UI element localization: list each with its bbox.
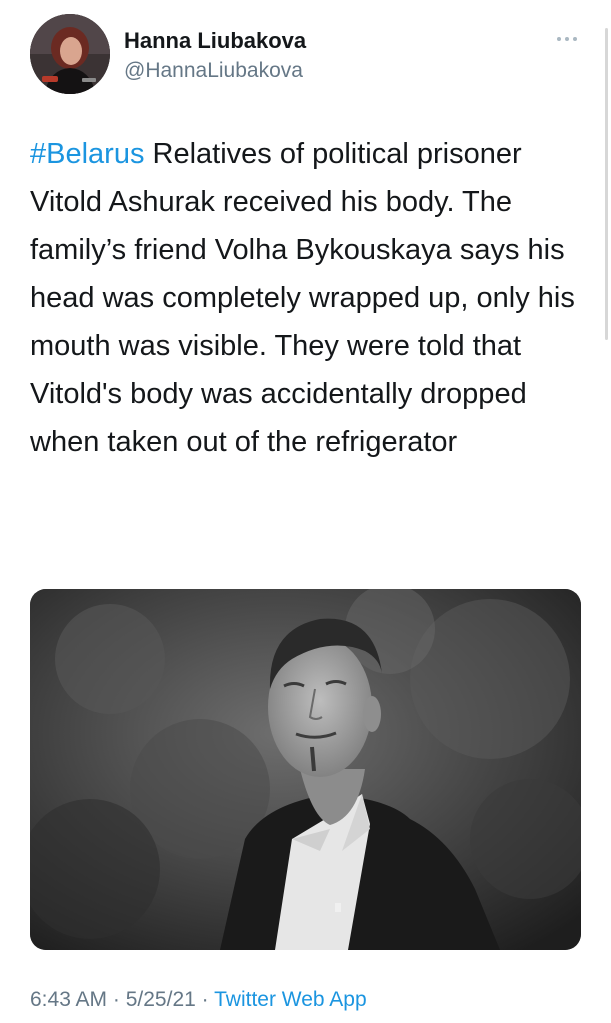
page-scrollbar[interactable] xyxy=(605,28,608,340)
more-horizontal-icon[interactable] xyxy=(556,34,578,44)
meta-separator: · xyxy=(107,988,126,1011)
tweet-meta: 6:43 AM · 5/25/21 · Twitter Web App xyxy=(30,985,367,1015)
tweet-card: Hanna Liubakova @HannaLiubakova #Belarus… xyxy=(0,0,611,1023)
tweet-source-link[interactable]: Twitter Web App xyxy=(214,988,367,1011)
avatar-photo-icon xyxy=(30,14,110,94)
tweet-photo[interactable] xyxy=(30,589,581,950)
author-handle[interactable]: @HannaLiubakova xyxy=(124,57,303,85)
tweet-date[interactable]: 5/25/21 xyxy=(126,988,196,1011)
author-avatar[interactable] xyxy=(30,14,110,94)
tweet-body: Relatives of political prisoner Vitold A… xyxy=(30,138,575,458)
meta-separator: · xyxy=(195,988,215,1011)
hashtag-link[interactable]: #Belarus xyxy=(30,138,144,170)
tweet-time[interactable]: 6:43 AM xyxy=(30,988,107,1011)
tweet-text: #Belarus Relatives of political prisoner… xyxy=(30,130,575,466)
portrait-photo-icon xyxy=(30,589,581,950)
author-display-name[interactable]: Hanna Liubakova xyxy=(124,27,306,55)
